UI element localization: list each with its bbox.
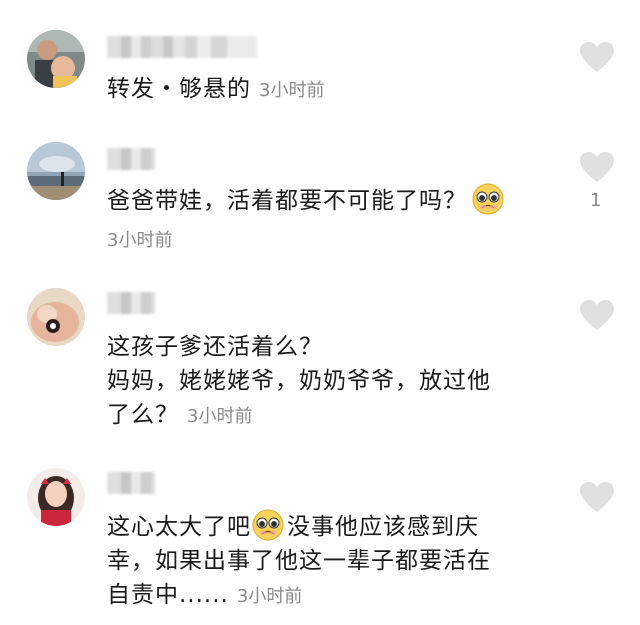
- comment-item: 转发・够悬的 3小时前: [0, 0, 640, 130]
- username-blurred[interactable]: [107, 292, 155, 314]
- comment-text: 转发・够悬的 3小时前: [107, 72, 547, 108]
- comment-line: 妈妈，姥姥姥爷，奶奶爷爷，放过他: [107, 368, 491, 394]
- comment-text: 爸爸带娃，活着都要不可能了吗？: [107, 182, 547, 218]
- comment-timestamp: 3小时前: [187, 406, 253, 427]
- avatar[interactable]: [27, 468, 85, 526]
- avatar[interactable]: [27, 30, 85, 88]
- comment-line-end: 自责中......: [107, 582, 229, 608]
- comment-text: 这心太大了吧 没事他应该感到庆 幸，如果出事了他这一辈子都要活在 自责中....…: [107, 508, 547, 614]
- comment-line: 自责中...... 3小时前: [107, 578, 547, 614]
- username-blurred[interactable]: [107, 36, 257, 58]
- comment-fragment: 这心太大了吧: [107, 514, 251, 540]
- comment-body: 转发・够悬的: [107, 76, 251, 102]
- comment-text: 这孩子爹还活着么？ 妈妈，姥姥姥爷，奶奶爷爷，放过他 了么？ 3小时前: [107, 330, 547, 434]
- comment-timestamp: 3小时前: [107, 230, 173, 251]
- comment-timestamp: 3小时前: [259, 80, 325, 101]
- comment-fragment: 没事他应该感到庆: [287, 514, 479, 540]
- like-count: 1: [590, 190, 602, 211]
- comment-item: 爸爸带娃，活着都要不可能了吗？ 3小时前 1: [0, 130, 640, 280]
- username-blurred[interactable]: [107, 472, 155, 494]
- avatar[interactable]: [27, 142, 85, 200]
- comment-timestamp: 3小时前: [236, 586, 303, 607]
- heart-icon[interactable]: [580, 152, 614, 184]
- comment-item: 这心太大了吧 没事他应该感到庆 幸，如果出事了他这一辈子都要活在 自责中....…: [0, 460, 640, 625]
- comment-line: 这孩子爹还活着么？: [107, 334, 323, 360]
- pleading-face-emoji: [471, 182, 505, 216]
- comment-line: 了么？ 3小时前: [107, 398, 547, 434]
- comment-line: 幸，如果出事了他这一辈子都要活在: [107, 548, 491, 574]
- username-blurred[interactable]: [107, 148, 155, 170]
- avatar[interactable]: [27, 288, 85, 346]
- heart-icon[interactable]: [580, 42, 614, 74]
- comment-line: 这心太大了吧 没事他应该感到庆: [107, 508, 547, 544]
- pleading-face-emoji: [251, 508, 285, 542]
- comment-line-end: 了么？: [107, 402, 179, 428]
- comment-item: 这孩子爹还活着么？ 妈妈，姥姥姥爷，奶奶爷爷，放过他 了么？ 3小时前: [0, 280, 640, 460]
- comment-body: 爸爸带娃，活着都要不可能了吗？: [107, 188, 467, 214]
- heart-icon[interactable]: [580, 300, 614, 332]
- heart-icon[interactable]: [580, 482, 614, 514]
